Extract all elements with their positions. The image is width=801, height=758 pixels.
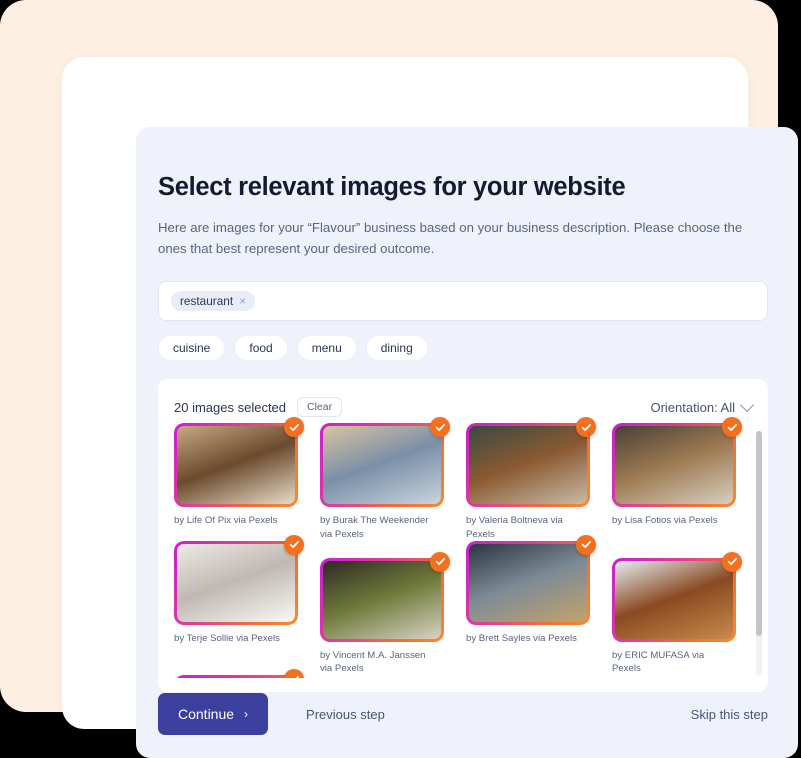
selected-check-icon[interactable] (430, 417, 450, 437)
image-panel-header: 20 images selected Clear Orientation: Al… (158, 379, 768, 417)
image-grid-scrollbar[interactable] (756, 431, 762, 676)
image-credit-caption: by Lisa Fotios via Pexels (612, 514, 730, 527)
image-cell[interactable]: by ERIC MUFASA via Pexels (612, 558, 746, 675)
image-thumbnail[interactable] (174, 541, 298, 625)
chevron-right-icon: › (244, 707, 248, 721)
selected-count-label: 20 images selected (174, 400, 286, 415)
selected-check-icon[interactable] (284, 417, 304, 437)
image-grid: by Life Of Pix via Pexels by Burak The We… (158, 423, 768, 692)
photo-preview (615, 426, 733, 504)
image-thumbnail[interactable] (174, 423, 298, 507)
image-credit-caption: by Vincent M.A. Janssen via Pexels (320, 649, 438, 675)
wizard-card: Select relevant images for your website … (62, 57, 748, 729)
suggestion-chip-dining[interactable]: dining (366, 335, 428, 361)
photo-preview (469, 544, 587, 622)
continue-button[interactable]: Continue › (158, 693, 268, 735)
photo-preview (323, 561, 441, 639)
suggestion-chip-cuisine[interactable]: cuisine (158, 335, 225, 361)
image-cell[interactable]: by Terje Sollie via Pexels (174, 541, 308, 675)
image-cell[interactable]: by Brett Sayles via Pexels (466, 541, 600, 675)
photo-preview (615, 561, 733, 639)
selected-check-icon[interactable] (430, 552, 450, 572)
continue-label: Continue (178, 706, 234, 722)
chevron-down-icon (740, 398, 754, 412)
image-thumbnail[interactable] (612, 423, 736, 507)
page-subtitle: Here are images for your “Flavour” busin… (158, 217, 753, 260)
previous-step-link[interactable]: Previous step (306, 707, 385, 722)
clear-selection-button[interactable]: Clear (297, 397, 342, 417)
suggestion-chips: cuisine food menu dining (158, 335, 768, 361)
suggestion-chip-menu[interactable]: menu (297, 335, 357, 361)
keyword-tag-input[interactable]: restaurant × (158, 281, 768, 321)
image-credit-caption: by ERIC MUFASA via Pexels (612, 649, 730, 675)
photo-preview (469, 426, 587, 504)
image-cell[interactable]: by Valeria Boltneva via Pexels (466, 423, 600, 540)
image-thumbnail[interactable] (466, 423, 590, 507)
scrollbar-thumb[interactable] (756, 431, 762, 636)
selected-check-icon[interactable] (722, 417, 742, 437)
image-results-panel: 20 images selected Clear Orientation: Al… (158, 379, 768, 692)
image-cell[interactable]: by Lisa Fotios via Pexels (612, 423, 746, 540)
photo-preview (177, 426, 295, 504)
image-cell[interactable]: by Vincent M.A. Janssen via Pexels (320, 558, 454, 675)
image-thumbnail[interactable] (612, 558, 736, 642)
tag-remove-icon[interactable]: × (239, 295, 246, 307)
image-thumbnail[interactable] (466, 541, 590, 625)
image-credit-caption: by Terje Sollie via Pexels (174, 632, 292, 645)
image-credit-caption: by Life Of Pix via Pexels (174, 514, 292, 527)
wizard-footer: Continue › Previous step Skip this step (158, 693, 768, 735)
image-thumbnail[interactable] (320, 423, 444, 507)
orientation-label: Orientation: All (650, 400, 735, 415)
image-credit-caption: by Burak The Weekender via Pexels (320, 514, 438, 540)
suggestion-chip-food[interactable]: food (234, 335, 287, 361)
wizard-panel: Select relevant images for your website … (136, 127, 798, 758)
app-backdrop: Select relevant images for your website … (0, 0, 778, 712)
page-title: Select relevant images for your website (158, 172, 768, 203)
photo-preview (323, 426, 441, 504)
selected-check-icon[interactable] (576, 535, 596, 555)
image-credit-caption: by Brett Sayles via Pexels (466, 632, 584, 645)
photo-preview (177, 544, 295, 622)
orientation-dropdown[interactable]: Orientation: All (650, 400, 752, 415)
image-thumbnail[interactable] (320, 558, 444, 642)
selected-check-icon[interactable] (722, 552, 742, 572)
tag-label: restaurant (180, 294, 233, 308)
tag-restaurant[interactable]: restaurant × (171, 291, 255, 311)
selected-check-icon[interactable] (576, 417, 596, 437)
scroll-fade (158, 678, 768, 692)
image-cell[interactable]: by Life Of Pix via Pexels (174, 423, 308, 540)
skip-step-link[interactable]: Skip this step (691, 707, 768, 722)
selected-check-icon[interactable] (284, 535, 304, 555)
image-cell[interactable]: by Burak The Weekender via Pexels (320, 423, 454, 540)
image-credit-caption: by Valeria Boltneva via Pexels (466, 514, 584, 540)
